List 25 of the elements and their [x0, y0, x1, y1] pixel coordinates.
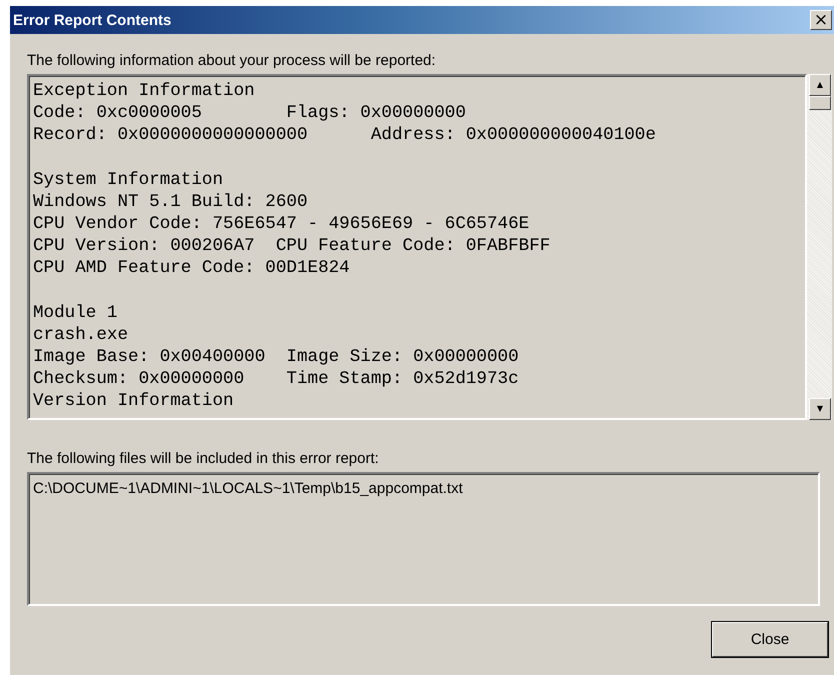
files-list[interactable]: C:\DOCUME~1\ADMINI~1\LOCALS~1\Temp\b15_appcompat.txt — [27, 472, 820, 606]
file-path: C:\DOCUME~1\ADMINI~1\LOCALS~1\Temp\b15_appcompat.txt — [33, 480, 464, 497]
scrollbar[interactable]: ▲ ▼ — [807, 74, 832, 420]
report-line: CPU Version: 000206A7 CPU Feature Code: 0FABFBFF — [33, 235, 552, 258]
report-line: Record: 0x0000000000000000 Address: 0x000000000040100e — [33, 124, 657, 147]
report-label: The following information about your process will be reported: — [27, 52, 437, 69]
report-line: Exception Information — [33, 80, 256, 102]
report-line: CPU Vendor Code: 756E6547 - 49656E69 - 6C65746E — [33, 213, 530, 236]
close-button[interactable]: × — [810, 10, 832, 30]
report-line: Module 1 — [33, 302, 118, 324]
scroll-thumb[interactable] — [809, 96, 831, 110]
report-line: Code: 0xc0000005 Flags: 0x00000000 — [33, 102, 467, 124]
report-line: Windows NT 5.1 Build: 2600 — [33, 190, 309, 214]
scroll-up-button[interactable]: ▲ — [809, 74, 831, 96]
scroll-down-button[interactable]: ▼ — [809, 398, 831, 420]
report-line: CPU AMD Feature Code: 00D1E824 — [33, 257, 351, 280]
report-line: System Information — [33, 168, 224, 191]
report-line: Version Information — [33, 390, 235, 413]
report-line: Checksum: 0x00000000 Time Stamp: 0x52d1973c — [33, 368, 520, 390]
window-title: Error Report Contents — [13, 12, 172, 28]
files-label: The following files will be included in this error report: — [27, 450, 380, 467]
report-text-area[interactable] — [27, 74, 807, 420]
report-line: crash.exe — [33, 324, 130, 346]
close-dialog-button[interactable]: Close — [712, 622, 828, 657]
report-line: Image Base: 0x00400000 Image Size: 0x00000000 — [33, 346, 520, 368]
